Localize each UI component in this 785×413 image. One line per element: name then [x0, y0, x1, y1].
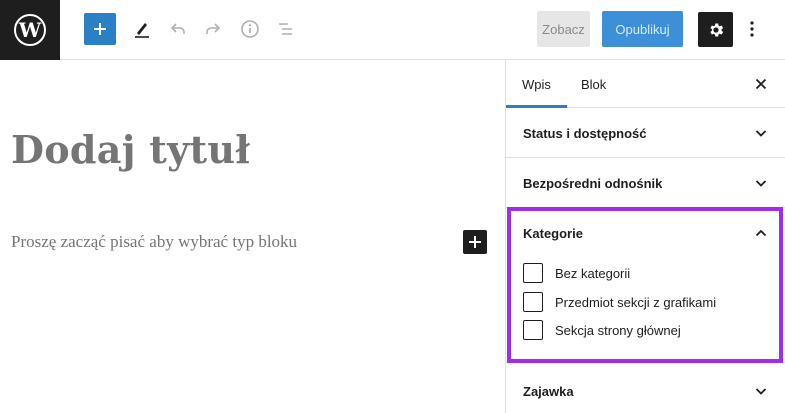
- plus-icon: [94, 23, 106, 35]
- category-label[interactable]: Bez kategorii: [555, 266, 630, 281]
- details-button[interactable]: [235, 14, 265, 44]
- panel-title: Zajawka: [523, 384, 574, 399]
- inline-add-block-button[interactable]: [463, 230, 487, 254]
- panel-permalink[interactable]: Bezpośredni odnośnik: [506, 158, 785, 208]
- category-label[interactable]: Sekcja strony głównej: [555, 323, 681, 338]
- pencil-icon: [135, 23, 149, 38]
- gear-icon: [709, 23, 723, 36]
- redo-button[interactable]: [198, 14, 228, 44]
- tab-block[interactable]: Blok: [581, 60, 606, 108]
- panel-excerpt[interactable]: Zajawka: [506, 363, 785, 413]
- redo-icon: [206, 23, 221, 34]
- close-icon: [755, 78, 767, 90]
- chevron-down-icon: [755, 130, 767, 137]
- settings-sidebar: Wpis Blok Status i dostępność Bezpośredn…: [505, 60, 785, 413]
- panel-status-visibility[interactable]: Status i dostępność: [506, 108, 785, 158]
- editor-canvas: Dodaj tytuł Proszę zacząć pisać aby wybr…: [0, 60, 505, 413]
- post-title-input[interactable]: Dodaj tytuł: [11, 127, 250, 172]
- category-label[interactable]: Przedmiot sekcji z grafikami: [555, 295, 716, 310]
- panel-title[interactable]: Kategorie: [523, 226, 583, 241]
- more-vertical-icon: [750, 21, 754, 37]
- chevron-down-icon: [755, 388, 767, 395]
- block-placeholder[interactable]: Proszę zacząć pisać aby wybrać typ bloku: [11, 232, 297, 252]
- wordpress-logo[interactable]: W: [0, 0, 60, 60]
- category-checkbox-row[interactable]: Przedmiot sekcji z grafikami: [523, 292, 716, 312]
- add-block-button[interactable]: [84, 13, 116, 45]
- info-icon: [241, 20, 259, 38]
- tools-button[interactable]: [127, 14, 157, 44]
- panel-categories: Kategorie Bez kategorii Przedmiot sekcji…: [506, 208, 785, 363]
- wordpress-logo-icon: W: [14, 14, 46, 46]
- editor-top-bar: W Zobacz Opublikuj: [0, 0, 785, 60]
- plus-icon: [469, 236, 481, 248]
- publish-button[interactable]: Opublikuj: [602, 11, 683, 47]
- undo-icon: [170, 23, 185, 34]
- tab-post[interactable]: Wpis: [506, 60, 567, 108]
- panel-title: Status i dostępność: [523, 126, 647, 141]
- preview-button[interactable]: Zobacz: [537, 11, 590, 47]
- checkbox[interactable]: [523, 292, 543, 312]
- checkbox[interactable]: [523, 263, 543, 283]
- svg-text:W: W: [18, 18, 42, 42]
- chevron-down-icon: [755, 180, 767, 187]
- list-view-button[interactable]: [271, 14, 301, 44]
- list-view-icon: [279, 23, 292, 35]
- more-options-button[interactable]: [740, 14, 764, 44]
- chevron-up-icon[interactable]: [754, 226, 768, 240]
- checkbox[interactable]: [523, 320, 543, 340]
- sidebar-tabs: Wpis Blok: [506, 60, 785, 108]
- panel-title: Bezpośredni odnośnik: [523, 176, 663, 191]
- category-checkbox-row[interactable]: Sekcja strony głównej: [523, 320, 681, 340]
- category-checkbox-row[interactable]: Bez kategorii: [523, 263, 630, 283]
- close-sidebar-button[interactable]: [751, 74, 771, 94]
- undo-button[interactable]: [163, 14, 193, 44]
- settings-button[interactable]: [698, 12, 733, 47]
